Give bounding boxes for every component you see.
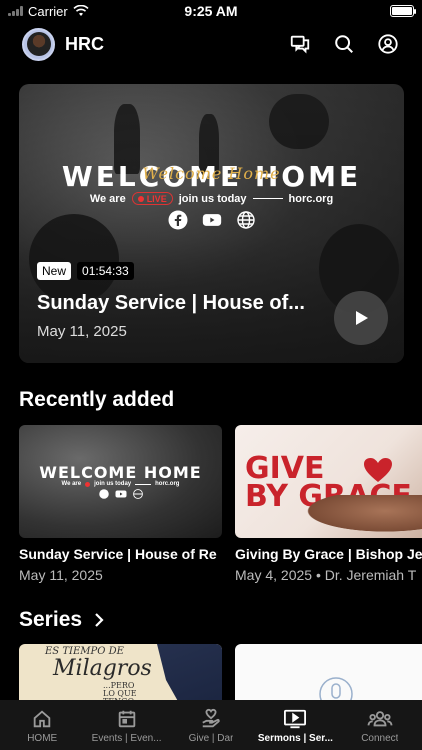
live-badge: LIVE (131, 192, 173, 205)
recently-added-heading: Recently added (19, 388, 175, 411)
play-screen-icon (284, 709, 307, 729)
series-art-title: Milagros (53, 656, 152, 681)
status-left: Carrier (8, 4, 89, 19)
recent-item-thumbnail[interactable]: WELCOME HOME We are join us today horc.o… (19, 425, 222, 538)
tab-label: Events | Even... (91, 733, 162, 744)
youtube-icon (115, 490, 126, 498)
app-header: HRC (0, 22, 422, 66)
home-icon (33, 710, 51, 728)
carrier-label: Carrier (28, 3, 68, 19)
thumbnail-graphic-title: WELCOME HOME (39, 463, 202, 482)
recent-item-title[interactable]: Giving By Grace | Bishop Je (235, 546, 422, 562)
globe-icon (132, 489, 143, 499)
recent-item-thumbnail[interactable]: GIVE BY GRACE (235, 425, 422, 538)
tab-give[interactable]: Give | Dar (169, 700, 253, 750)
search-icon[interactable] (332, 32, 356, 56)
hero-date: May 11, 2025 (37, 323, 127, 340)
give-hand-icon (202, 708, 220, 728)
heart-icon (364, 458, 392, 482)
graphic-url: horc.org (288, 192, 334, 205)
play-button[interactable] (334, 291, 388, 345)
tab-connect[interactable]: Connect (338, 700, 422, 750)
featured-sermon-card[interactable]: WELCOME HOME Welcome Home We are LIVE jo… (19, 84, 404, 363)
recent-item-subtitle: May 4, 2025 • Dr. Jeremiah T (235, 567, 417, 583)
tab-events[interactable]: Events | Even... (84, 700, 168, 750)
chevron-right-icon (95, 613, 104, 627)
tab-label: Connect (361, 733, 399, 744)
chat-icon[interactable] (288, 32, 312, 56)
facebook-icon (98, 489, 109, 499)
duration-badge: 01:54:33 (77, 262, 134, 280)
graphic-we-are: We are (89, 192, 126, 205)
tab-label: Sermons | Ser... (257, 733, 333, 744)
avatar[interactable] (22, 27, 55, 61)
graphic-join: join us today (178, 192, 247, 205)
wifi-icon (73, 5, 89, 16)
globe-icon (236, 210, 256, 230)
signal-icon (8, 6, 23, 16)
hand-image (295, 495, 422, 535)
series-item-thumbnail[interactable]: ES TIEMPO DE Milagros ...PERO LO QUE TEN… (19, 644, 222, 704)
play-icon (356, 311, 368, 325)
calendar-icon (118, 710, 135, 728)
hero-social-icons (19, 210, 404, 230)
youtube-icon (202, 210, 222, 230)
profile-icon[interactable] (376, 32, 400, 56)
facebook-icon (168, 210, 188, 230)
recent-item-title[interactable]: Sunday Service | House of Re (19, 546, 222, 562)
app-name: HRC (65, 33, 104, 54)
tab-sermons[interactable]: Sermons | Ser... (253, 700, 337, 750)
bottom-tab-bar: HOME Events | Even... Give | Dar Sermons… (0, 700, 422, 750)
hero-title[interactable]: Sunday Service | House of... (37, 292, 327, 315)
status-bar: Carrier 9:25 AM (0, 0, 422, 22)
tab-home[interactable]: HOME (0, 700, 84, 750)
hero-graphic-script: Welcome Home (142, 164, 281, 183)
series-item-thumbnail[interactable] (235, 644, 422, 704)
recent-item-subtitle: May 11, 2025 (19, 567, 103, 583)
series-heading[interactable]: Series (19, 608, 104, 632)
header-actions (288, 32, 400, 56)
hero-badges: New 01:54:33 (37, 262, 134, 280)
new-badge: New (37, 262, 72, 280)
hero-graphic-line: We are LIVE join us today horc.org (19, 192, 404, 205)
tab-label: HOME (27, 733, 58, 744)
battery-icon (390, 5, 416, 17)
thumbnail-graphic-line: We are join us today horc.org (61, 481, 180, 487)
tab-label: Give | Dar (188, 733, 234, 744)
thumbnail-social-icons (19, 489, 222, 499)
people-icon (367, 711, 393, 727)
